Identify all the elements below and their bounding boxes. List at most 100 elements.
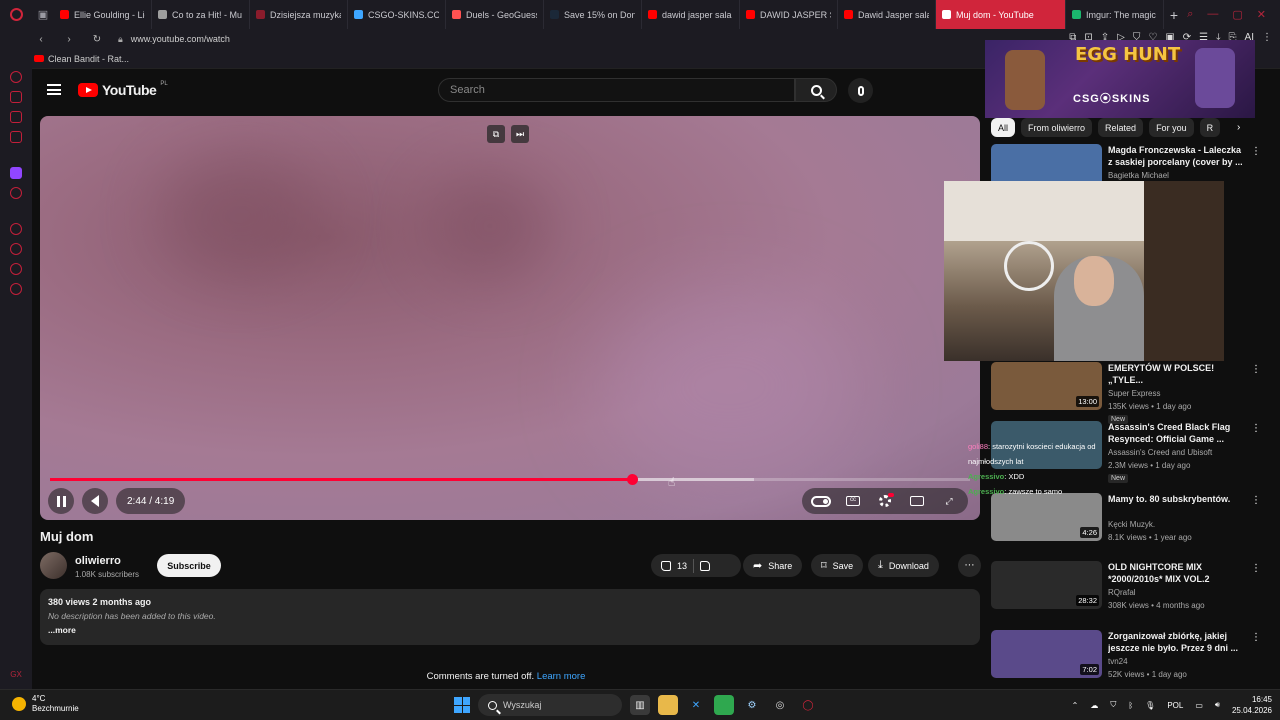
channel-name[interactable]: tvn24 bbox=[1108, 657, 1128, 666]
history-icon[interactable] bbox=[10, 243, 22, 255]
recommended-video[interactable]: 13:00 EMERYTÓW W POLSCE! „TYLE... Super Ex… bbox=[991, 362, 1261, 424]
channel-name[interactable]: Super Express bbox=[1108, 389, 1160, 398]
tab[interactable]: Dzisiejsza muzyka bbox=[250, 0, 348, 29]
tab-active[interactable]: Muj dom - YouTube bbox=[936, 0, 1066, 29]
description-box[interactable]: 380 views 2 months ago No description ha… bbox=[40, 589, 980, 645]
bookmark-item[interactable]: Clean Bandit - Rat... bbox=[48, 54, 129, 64]
video-thumbnail[interactable]: 4:26 bbox=[991, 493, 1102, 541]
picture-in-picture-icon[interactable]: ⧉ bbox=[487, 125, 505, 143]
search-tabs-icon[interactable]: ⌕ bbox=[1187, 8, 1193, 21]
video-thumbnail[interactable]: 7:02 bbox=[991, 630, 1102, 678]
volume-icon[interactable]: 🔊︎ bbox=[1215, 700, 1220, 710]
taskbar-search-input[interactable]: Wyszukaj bbox=[478, 694, 622, 716]
kebab-menu-icon[interactable]: ⋮ bbox=[1251, 423, 1261, 434]
filter-chip[interactable]: Related bbox=[1098, 118, 1144, 137]
show-more-link[interactable]: ...more bbox=[48, 625, 972, 635]
subscribe-button[interactable]: Subscribe bbox=[157, 554, 221, 577]
filter-chip[interactable]: For you bbox=[1149, 118, 1194, 137]
dislike-icon[interactable] bbox=[700, 560, 711, 571]
voice-search-button[interactable] bbox=[848, 78, 873, 103]
hamburger-menu-icon[interactable] bbox=[47, 84, 61, 95]
fullscreen-button[interactable]: ⤢ bbox=[936, 488, 962, 514]
news-icon[interactable] bbox=[10, 131, 22, 143]
close-icon[interactable]: ✕ bbox=[1257, 8, 1266, 21]
volume-button[interactable] bbox=[82, 488, 108, 514]
network-icon[interactable]: ▭ bbox=[1195, 701, 1203, 710]
video-title[interactable]: OLD NIGHTCORE MIX *2000/2010s* MIX VOL.2 bbox=[1108, 561, 1248, 585]
lock-icon[interactable]: 🔒︎ bbox=[118, 34, 123, 45]
language-indicator[interactable]: POL bbox=[1167, 701, 1183, 710]
tab[interactable]: Ellie Goulding - Lig bbox=[54, 0, 152, 29]
workspaces-icon[interactable]: ▣ bbox=[32, 0, 54, 29]
filter-chip[interactable]: R bbox=[1199, 118, 1221, 137]
forward-icon[interactable]: › bbox=[62, 34, 76, 45]
task-view-icon[interactable]: ▥ bbox=[630, 695, 650, 715]
tab[interactable]: Duels - GeoGuess bbox=[446, 0, 544, 29]
kebab-menu-icon[interactable]: ⋮ bbox=[1251, 495, 1261, 506]
gx-icon[interactable]: GX bbox=[10, 670, 22, 679]
tab-imgur[interactable]: Imgur: The magic bbox=[1066, 0, 1164, 29]
microphone-icon[interactable]: 🎙︎ bbox=[1145, 701, 1155, 710]
video-title[interactable]: Magda Fronczewska - Laleczka z saskiej p… bbox=[1108, 144, 1248, 168]
video-title[interactable]: Zorganizował zbiórkę, jakiej jeszcze nie… bbox=[1108, 630, 1248, 654]
vscode-icon[interactable]: ✕ bbox=[686, 695, 706, 715]
bluetooth-icon[interactable]: ᛒ bbox=[1128, 701, 1133, 710]
filter-chip[interactable]: All bbox=[991, 118, 1016, 137]
twitch-icon[interactable] bbox=[10, 167, 22, 179]
video-player[interactable]: ⧉ ⏭︎ ☝︎ 2:44 / 4:19 cc ⤢ bbox=[40, 116, 980, 520]
reload-icon[interactable]: ↻ bbox=[90, 34, 104, 45]
player-icon[interactable] bbox=[10, 223, 22, 235]
url-field[interactable]: www.youtube.com/watch bbox=[131, 34, 230, 44]
channel-name[interactable]: Kęcki Muzyk. bbox=[1108, 520, 1155, 529]
recommended-video[interactable]: 4:26 Mamy to. 80 subskrybentów. Kęcki Muzy… bbox=[991, 493, 1261, 553]
maximize-icon[interactable]: ▢ bbox=[1232, 8, 1242, 21]
like-icon[interactable] bbox=[661, 560, 671, 571]
shop-icon[interactable] bbox=[10, 91, 22, 103]
ad-banner[interactable]: EGG HUNT CSG⦿SKINS bbox=[985, 40, 1255, 118]
scrubber-handle[interactable] bbox=[627, 474, 639, 485]
opera-gx-icon[interactable]: ◯ bbox=[798, 695, 818, 715]
channel-name[interactable]: oliwierro bbox=[75, 555, 121, 567]
video-thumbnail[interactable]: 28:32 bbox=[991, 561, 1102, 609]
share-button[interactable]: ➦ Share bbox=[743, 554, 803, 577]
video-title[interactable]: EMERYTÓW W POLSCE! „TYLE... bbox=[1108, 362, 1248, 386]
kebab-menu-icon[interactable]: ⋮ bbox=[1251, 632, 1261, 643]
skip-next-icon[interactable]: ⏭︎ bbox=[511, 125, 529, 143]
captions-button[interactable]: cc bbox=[840, 488, 866, 514]
menu-icon[interactable]: ⋮ bbox=[1262, 32, 1272, 43]
channel-name[interactable]: Bagietka Michael bbox=[1108, 171, 1169, 180]
tab[interactable]: dawid jasper sala bbox=[642, 0, 740, 29]
tab[interactable]: Co to za Hit! - Mu bbox=[152, 0, 250, 29]
tab[interactable]: DAWID JASPER S bbox=[740, 0, 838, 29]
new-tab-button[interactable]: + bbox=[1164, 7, 1184, 23]
avatar[interactable] bbox=[40, 552, 67, 579]
autoplay-toggle[interactable] bbox=[808, 488, 834, 514]
recommended-video[interactable]: 28:32 OLD NIGHTCORE MIX *2000/2010s* MIX … bbox=[991, 561, 1261, 621]
chevron-right-icon[interactable]: › bbox=[1237, 122, 1240, 133]
notepad-icon[interactable] bbox=[714, 695, 734, 715]
tab[interactable]: CSGO-SKINS.COM bbox=[348, 0, 446, 29]
weather-widget[interactable]: 4°C Bezchmurnie bbox=[12, 694, 79, 714]
youtube-logo[interactable]: YouTube PL bbox=[78, 81, 168, 98]
search-input[interactable]: Search bbox=[438, 78, 795, 102]
settings-button[interactable] bbox=[872, 488, 898, 514]
back-icon[interactable]: ‹ bbox=[34, 34, 48, 45]
minimize-icon[interactable]: — bbox=[1207, 8, 1218, 21]
obs-icon[interactable]: ◎ bbox=[770, 695, 790, 715]
tab[interactable]: Save 15% on Don't bbox=[544, 0, 642, 29]
kebab-menu-icon[interactable]: ⋮ bbox=[1251, 146, 1261, 157]
opera-logo-icon[interactable] bbox=[0, 0, 32, 29]
clock[interactable]: 16:45 25.04.2026 bbox=[1232, 694, 1272, 716]
kebab-menu-icon[interactable]: ⋮ bbox=[1251, 563, 1261, 574]
more-actions-button[interactable]: ⋯ bbox=[958, 554, 981, 577]
file-explorer-icon[interactable] bbox=[658, 695, 678, 715]
video-thumbnail[interactable]: 13:00 bbox=[991, 362, 1102, 410]
filter-chip[interactable]: From oliwierro bbox=[1021, 118, 1093, 137]
learn-more-link[interactable]: Learn more bbox=[537, 671, 586, 682]
chevron-up-icon[interactable]: ⌃ bbox=[1072, 701, 1079, 710]
theater-mode-button[interactable] bbox=[904, 488, 930, 514]
save-button[interactable]: ⌑ Save bbox=[811, 554, 864, 577]
steam-icon[interactable]: ⚙︎ bbox=[742, 695, 762, 715]
progress-bar[interactable] bbox=[50, 474, 970, 485]
pinboard-icon[interactable] bbox=[10, 263, 22, 275]
